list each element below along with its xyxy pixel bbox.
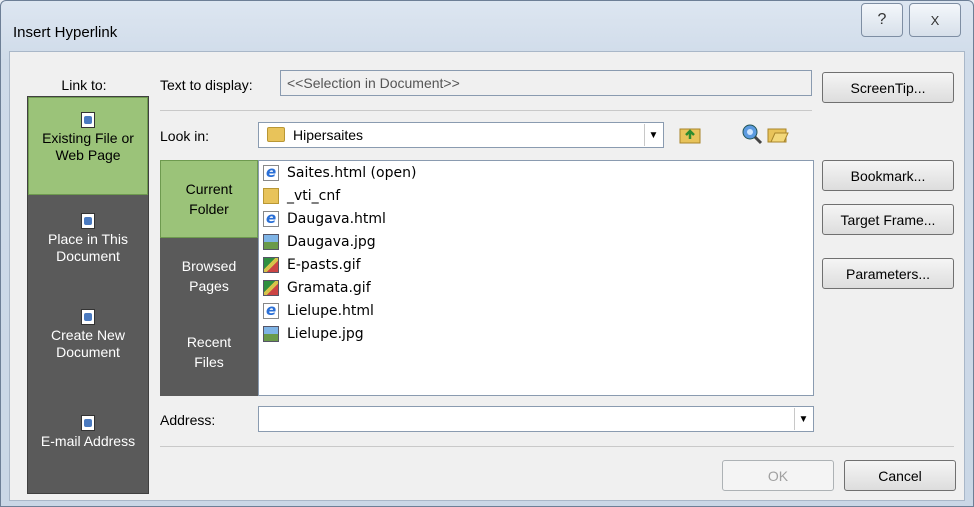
up-folder-icon (679, 128, 701, 144)
file-name: Daugava.jpg (287, 234, 376, 250)
open-folder-icon (767, 128, 789, 143)
list-item[interactable]: Gramata.gif (263, 277, 371, 299)
divider (160, 110, 812, 111)
tab-browsed-pages[interactable]: Browsed Pages (160, 256, 258, 306)
email-address-icon (81, 415, 95, 431)
folder-icon (263, 188, 279, 204)
link-to-create-new-document[interactable]: Create New Document (28, 309, 148, 389)
divider (160, 446, 954, 447)
chevron-down-icon: ▼ (644, 124, 662, 146)
help-icon: ? (877, 11, 887, 28)
address-field[interactable]: ▼ (258, 406, 814, 432)
link-to-place-line2: Document (56, 248, 120, 264)
browse-web-icon (742, 124, 763, 145)
up-one-folder-button[interactable] (678, 122, 702, 146)
tab-browsed-line2: Pages (189, 278, 229, 294)
gif-file-icon (263, 257, 279, 273)
list-item[interactable]: _vti_cnf (263, 185, 340, 207)
list-item[interactable]: Daugava.html (263, 208, 386, 230)
browse-web-button[interactable] (740, 122, 764, 146)
html-file-icon (263, 163, 279, 181)
folder-icon (267, 127, 285, 142)
html-file-icon (263, 301, 279, 319)
list-item[interactable]: Daugava.jpg (263, 231, 376, 253)
file-name: Daugava.html (287, 211, 386, 227)
screentip-button[interactable]: ScreenTip... (822, 72, 954, 103)
link-to-email-line1: E-mail Address (40, 433, 136, 449)
address-label: Address: (160, 412, 216, 428)
list-item[interactable]: Saites.html (open) (263, 162, 416, 184)
link-to-existing-file-line1: Existing File or (42, 130, 134, 146)
file-name: Lielupe.html (287, 303, 374, 319)
list-item[interactable]: E-pasts.gif (263, 254, 361, 276)
bookmark-button[interactable]: Bookmark... (822, 160, 954, 191)
look-in-label: Look in: (160, 128, 210, 144)
image-file-icon (263, 234, 279, 250)
close-icon: X (930, 12, 940, 28)
tab-current-folder-line2: Folder (189, 201, 229, 217)
title-bar: Insert Hyperlink ? X (1, 1, 973, 41)
existing-file-icon (81, 112, 95, 128)
create-new-document-icon (81, 309, 95, 325)
file-name: Saites.html (open) (287, 165, 417, 181)
file-name: _vti_cnf (287, 188, 341, 204)
folder-tabs: Current Folder Browsed Pages Recent File… (160, 160, 258, 396)
html-file-icon (263, 209, 279, 227)
parameters-button[interactable]: Parameters... (822, 258, 954, 289)
tab-browsed-line1: Browsed (181, 258, 237, 274)
look-in-value: Hipersaites (293, 127, 364, 143)
tab-current-folder-line1: Current (185, 181, 233, 197)
chevron-down-icon: ▼ (794, 408, 812, 430)
file-name: Gramata.gif (287, 280, 371, 296)
place-in-document-icon (81, 213, 95, 229)
list-item[interactable]: Lielupe.jpg (263, 323, 364, 345)
link-to-label: Link to: (61, 77, 107, 93)
dialog-title: Insert Hyperlink (13, 24, 118, 41)
link-to-place-in-document[interactable]: Place in This Document (28, 213, 148, 293)
help-button[interactable]: ? (861, 3, 903, 37)
list-item[interactable]: Lielupe.html (263, 300, 374, 322)
close-button[interactable]: X (909, 3, 961, 37)
tab-recent-files[interactable]: Recent Files (160, 332, 258, 382)
link-to-sidebar: Existing File or Web Page Place in This … (27, 96, 149, 494)
text-to-display-field[interactable]: <<Selection in Document>> (280, 70, 812, 96)
link-to-existing-file-line2: Web Page (55, 147, 121, 163)
link-to-place-line1: Place in This (48, 231, 128, 247)
file-name: E-pasts.gif (287, 257, 361, 273)
cancel-button[interactable]: Cancel (844, 460, 956, 491)
insert-hyperlink-dialog: Insert Hyperlink ? X Link to: Existing F… (0, 0, 974, 507)
ok-button[interactable]: OK (722, 460, 834, 491)
image-file-icon (263, 326, 279, 342)
text-to-display-label: Text to display: (160, 77, 253, 93)
file-list[interactable]: Saites.html (open) _vti_cnf Daugava.html… (258, 160, 814, 396)
tab-recent-line1: Recent (186, 334, 232, 350)
dialog-body: Link to: Existing File or Web Page Place… (9, 51, 965, 501)
gif-file-icon (263, 280, 279, 296)
link-to-existing-file[interactable]: Existing File or Web Page (28, 97, 148, 195)
tab-recent-line2: Files (194, 354, 224, 370)
link-to-create-line2: Document (56, 344, 120, 360)
link-to-email-address[interactable]: E-mail Address (28, 415, 148, 485)
file-name: Lielupe.jpg (287, 326, 364, 342)
browse-file-button[interactable] (766, 122, 790, 146)
target-frame-button[interactable]: Target Frame... (822, 204, 954, 235)
tab-current-folder[interactable]: Current Folder (160, 160, 258, 238)
link-to-create-line1: Create New (51, 327, 125, 343)
look-in-dropdown[interactable]: Hipersaites ▼ (258, 122, 664, 148)
